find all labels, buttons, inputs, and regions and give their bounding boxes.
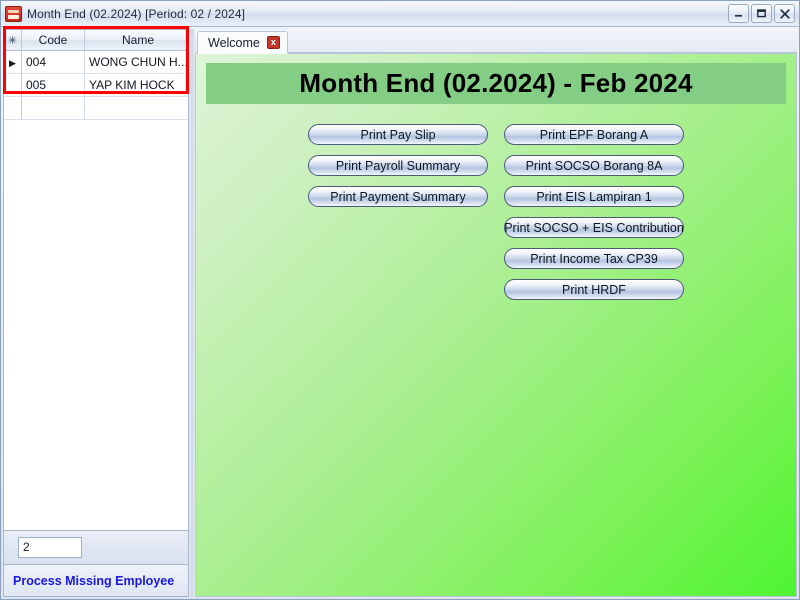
cell-code: 004 [22,51,85,74]
table-empty-row [4,97,189,120]
record-count-input[interactable]: 2 [18,537,82,558]
tab-strip: Welcome x [195,29,797,54]
banner-title: Month End (02.2024) - Feb 2024 [299,68,692,99]
print-buttons-right: Print EPF Borang A Print SOCSO Borang 8A… [504,124,684,300]
table-header-row: ✳ Code Name [4,30,189,51]
minimize-icon[interactable] [728,4,749,23]
print-socso-eis-contribution-button[interactable]: Print SOCSO + EIS Contribution [504,217,684,238]
print-socso-borang-8a-button[interactable]: Print SOCSO Borang 8A [504,155,684,176]
print-payment-summary-button[interactable]: Print Payment Summary [308,186,488,207]
table-row[interactable]: ▶ 004 WONG CHUN H... [4,51,189,74]
tab-close-icon[interactable]: x [267,36,280,49]
cell-name: WONG CHUN H... [85,51,190,74]
print-buttons-left: Print Pay Slip Print Payroll Summary Pri… [308,124,488,207]
current-row-arrow-icon: ▶ [9,58,16,68]
tab-label: Welcome [208,36,260,50]
print-epf-borang-a-button[interactable]: Print EPF Borang A [504,124,684,145]
close-icon[interactable] [774,4,795,23]
grid-indicator-header: ✳ [4,30,22,51]
month-end-banner: Month End (02.2024) - Feb 2024 [206,63,786,104]
row-indicator: ▶ [4,51,22,74]
window-title: Month End (02.2024) [Period: 02 / 2024] [27,7,245,21]
column-header-name[interactable]: Name [85,30,190,51]
print-income-tax-cp39-button[interactable]: Print Income Tax CP39 [504,248,684,269]
print-hrdf-button[interactable]: Print HRDF [504,279,684,300]
snowflake-icon: ✳ [8,35,17,47]
welcome-content: Month End (02.2024) - Feb 2024 Print Pay… [195,54,797,597]
main-panel: Welcome x Month End (02.2024) - Feb 2024… [195,29,797,597]
grid-empty-area [4,120,188,530]
process-missing-employee-link[interactable]: Process Missing Employee [13,574,174,588]
window-controls [728,4,795,23]
title-bar: Month End (02.2024) [Period: 02 / 2024] [1,1,799,27]
row-indicator [4,74,22,97]
record-count-bar: 2 [3,531,189,565]
cell-name: YAP KIM HOCK [85,74,190,97]
employee-table: ✳ Code Name ▶ 004 WONG CHUN H... [4,30,189,120]
process-link-bar: Process Missing Employee [3,565,189,597]
print-pay-slip-button[interactable]: Print Pay Slip [308,124,488,145]
tab-strip-filler [288,30,797,53]
cell-code: 005 [22,74,85,97]
print-payroll-summary-button[interactable]: Print Payroll Summary [308,155,488,176]
column-header-code[interactable]: Code [22,30,85,51]
window-body: ✳ Code Name ▶ 004 WONG CHUN H... [1,27,799,599]
employee-panel: ✳ Code Name ▶ 004 WONG CHUN H... [3,29,189,597]
print-button-columns: Print Pay Slip Print Payroll Summary Pri… [206,124,786,300]
table-row[interactable]: 005 YAP KIM HOCK [4,74,189,97]
payroll-app-icon [5,6,22,22]
print-eis-lampiran-1-button[interactable]: Print EIS Lampiran 1 [504,186,684,207]
tab-welcome[interactable]: Welcome x [197,31,288,54]
employee-grid[interactable]: ✳ Code Name ▶ 004 WONG CHUN H... [3,29,189,531]
application-window: Month End (02.2024) [Period: 02 / 2024] [0,0,800,600]
maximize-icon[interactable] [751,4,772,23]
